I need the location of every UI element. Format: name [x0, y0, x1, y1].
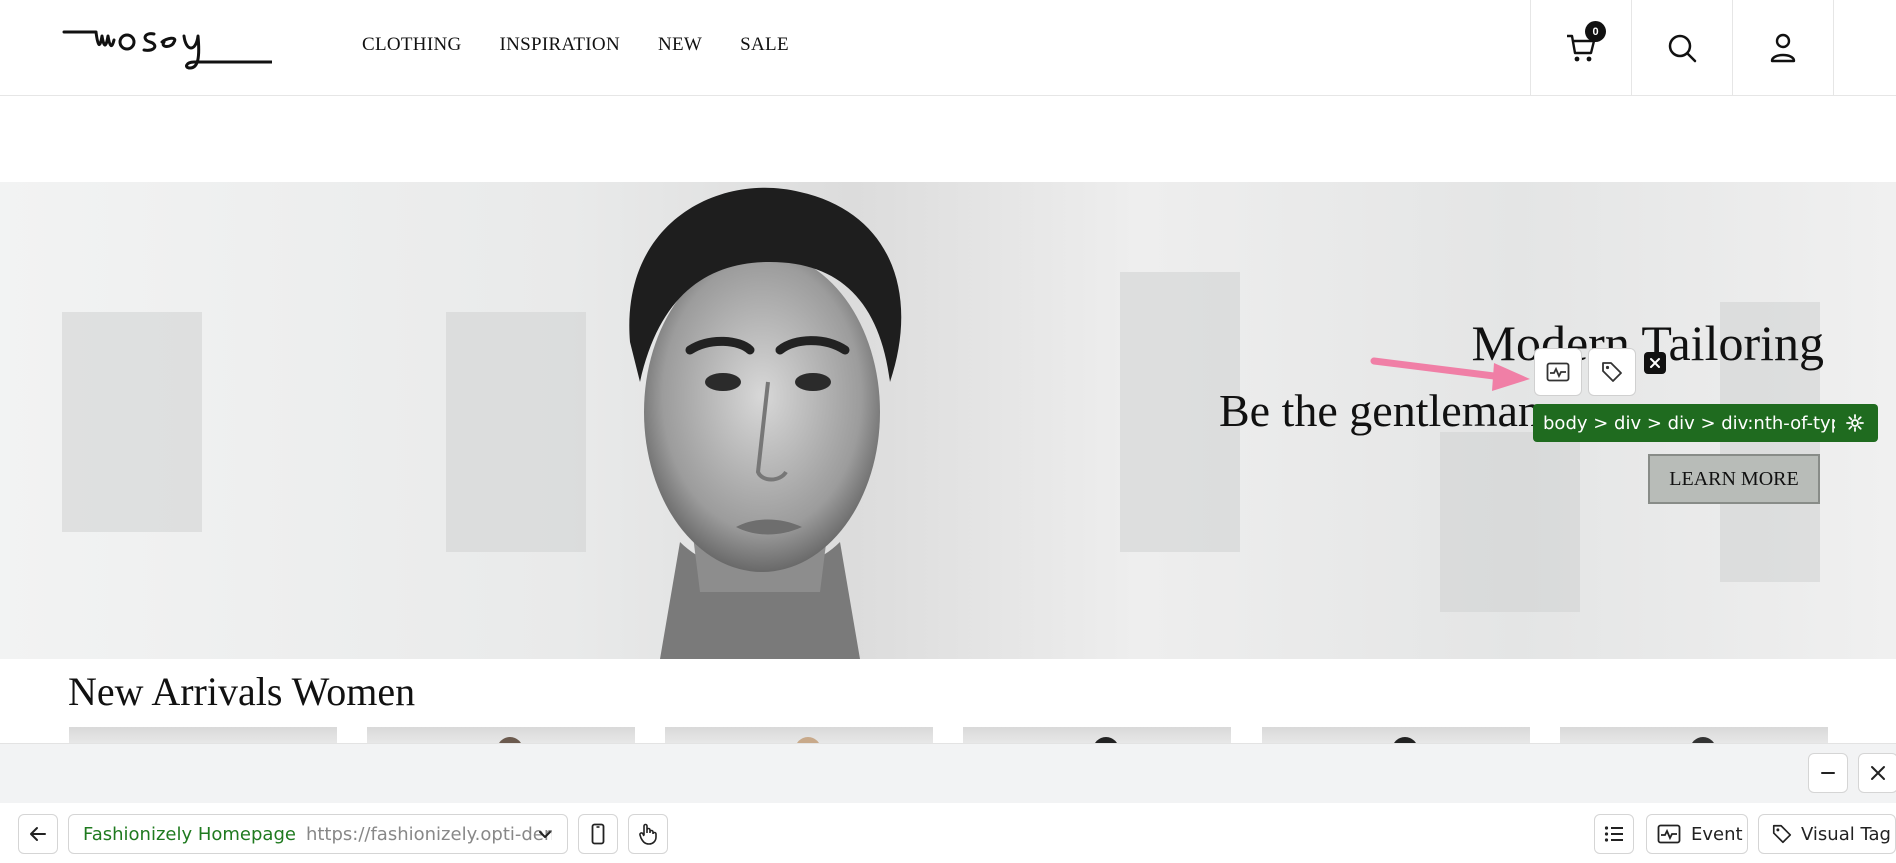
gear-icon[interactable]: [1846, 414, 1864, 432]
main-nav: CLOTHING INSPIRATION NEW SALE: [362, 34, 789, 56]
list-icon: [1604, 826, 1623, 842]
tag-icon: [1772, 824, 1792, 844]
close-selection-button[interactable]: [1644, 352, 1666, 374]
section-title: New Arrivals Women: [68, 669, 416, 714]
css-selector-text: body > div > div > div:nth-of-typ...: [1543, 412, 1835, 434]
visual-tag-button-label: Visual Tag: [1801, 823, 1891, 845]
minimize-icon: [1821, 772, 1835, 774]
background-window: [62, 312, 202, 532]
device-toggle-button[interactable]: [578, 814, 618, 854]
nav-new[interactable]: NEW: [658, 34, 702, 56]
background-window: [1440, 432, 1580, 612]
page-selector[interactable]: Fashionizely Homepage https://fashionize…: [68, 814, 568, 854]
element-toolbar: [1534, 348, 1636, 396]
tag-icon: [1602, 362, 1622, 382]
search-button[interactable]: [1631, 0, 1732, 95]
mobile-icon: [591, 823, 605, 845]
event-button-label: Event: [1691, 823, 1743, 845]
interact-mode-button[interactable]: [628, 814, 668, 854]
nav-clothing[interactable]: CLOTHING: [362, 34, 462, 56]
account-button[interactable]: [1732, 0, 1833, 95]
header-actions: 0: [1530, 0, 1896, 95]
search-icon: [1668, 34, 1697, 62]
user-icon: [1770, 33, 1796, 62]
site-header: mosey CLOTHING INSPIRATION NEW SALE 0: [0, 0, 1896, 96]
editor-toolbar: Fashionizely Homepage https://fashionize…: [0, 803, 1896, 863]
hero-model-photo: [629, 187, 902, 659]
learn-more-button[interactable]: LEARN MORE: [1648, 454, 1820, 504]
list-view-button[interactable]: [1594, 814, 1634, 854]
hand-pointer-icon: [639, 823, 657, 845]
header-spacer: [1833, 0, 1896, 95]
nav-sale[interactable]: SALE: [740, 34, 789, 56]
close-icon: [1650, 358, 1660, 368]
mosey-logo[interactable]: mosey: [62, 18, 272, 70]
minimize-panel-button[interactable]: [1808, 753, 1848, 793]
close-panel-button[interactable]: [1858, 753, 1896, 793]
nav-inspiration[interactable]: INSPIRATION: [500, 34, 620, 56]
tag-element-button[interactable]: [1588, 348, 1636, 396]
track-event-button[interactable]: [1534, 348, 1582, 396]
cart-button[interactable]: 0: [1530, 0, 1631, 95]
cart-count-badge: 0: [1585, 21, 1606, 42]
panel-header: [0, 743, 1896, 803]
chevron-down-icon: [539, 831, 551, 838]
event-icon: [1546, 362, 1570, 382]
page-url: https://fashionizely.opti-demo...: [305, 823, 552, 845]
back-button[interactable]: [18, 814, 58, 854]
pointer-arrow: [1370, 357, 1530, 391]
page-name: Fashionizely Homepage: [83, 823, 296, 845]
css-selector-chip[interactable]: body > div > div > div:nth-of-typ...: [1533, 404, 1878, 442]
arrow-left-icon: [30, 827, 46, 841]
visual-tag-button[interactable]: Visual Tag: [1758, 814, 1896, 854]
event-button[interactable]: Event: [1646, 814, 1748, 854]
event-icon: [1657, 824, 1681, 844]
close-icon: [1871, 766, 1885, 780]
